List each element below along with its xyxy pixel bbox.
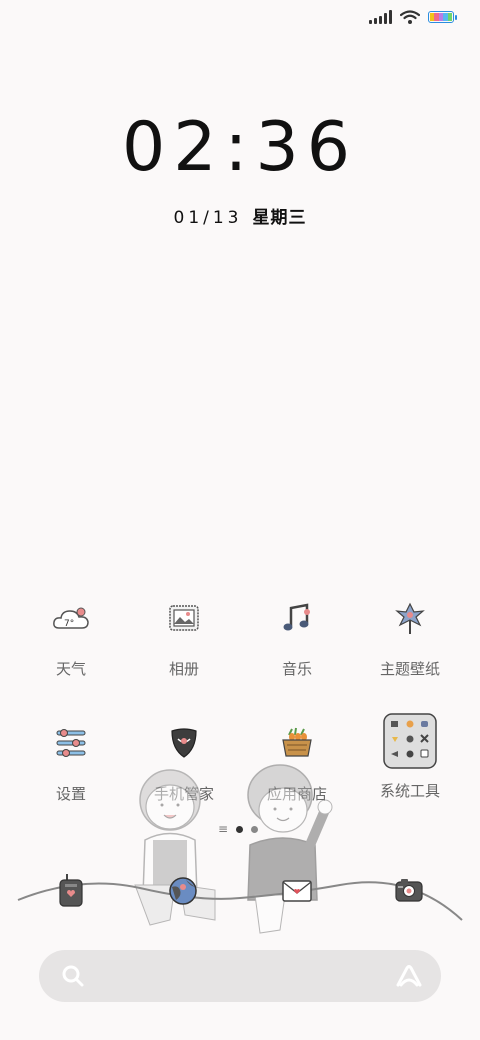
phone-icon	[59, 874, 83, 907]
app-label: 天气	[55, 660, 86, 678]
theme-flower-icon	[386, 594, 434, 642]
app-label: 设置	[55, 785, 86, 803]
dock-camera[interactable]	[394, 877, 424, 907]
search-bar[interactable]	[39, 950, 441, 1002]
settings-sliders-icon	[47, 719, 95, 767]
signal-icon	[369, 10, 392, 24]
page-dot	[251, 825, 259, 833]
clock-time[interactable]: 02:36	[0, 108, 480, 187]
app-themes[interactable]: 主题壁纸	[354, 594, 466, 679]
music-note-icon	[273, 594, 321, 642]
app-weather[interactable]: 7° 天气	[15, 594, 127, 679]
app-music[interactable]: 音乐	[241, 594, 353, 679]
svg-text:7°: 7°	[64, 619, 74, 629]
clock-date[interactable]: 01/13 星期三	[0, 203, 480, 228]
date-text: 01/13	[173, 208, 243, 228]
dock-messages[interactable]	[281, 879, 313, 907]
page-indicator[interactable]: ≡	[218, 822, 259, 836]
app-gallery[interactable]: 相册	[128, 594, 240, 679]
weather-cloud-icon: 7°	[47, 594, 95, 642]
weekday-text: 星期三	[252, 208, 307, 228]
app-label: 系统工具	[379, 782, 440, 800]
dock-phone[interactable]	[56, 872, 86, 912]
app-settings[interactable]: 设置	[15, 719, 127, 804]
dock-browser[interactable]	[168, 876, 198, 910]
search-icon[interactable]	[61, 964, 85, 988]
voice-assistant-icon[interactable]	[395, 964, 423, 988]
app-label: 相册	[168, 660, 199, 678]
battery-icon	[428, 11, 457, 23]
app-label: 主题壁纸	[379, 660, 440, 678]
gallery-icon	[160, 594, 208, 642]
menu-lines-icon: ≡	[218, 822, 229, 836]
wifi-icon	[400, 10, 420, 24]
status-bar	[369, 10, 457, 24]
browser-globe-icon	[169, 877, 197, 905]
camera-icon	[395, 879, 423, 902]
page-dot-active	[236, 825, 244, 833]
app-label: 音乐	[281, 660, 312, 678]
system-tools-folder-icon	[383, 713, 437, 769]
messages-envelope-icon	[282, 880, 312, 902]
app-system-tools[interactable]: 系统工具	[354, 713, 466, 801]
